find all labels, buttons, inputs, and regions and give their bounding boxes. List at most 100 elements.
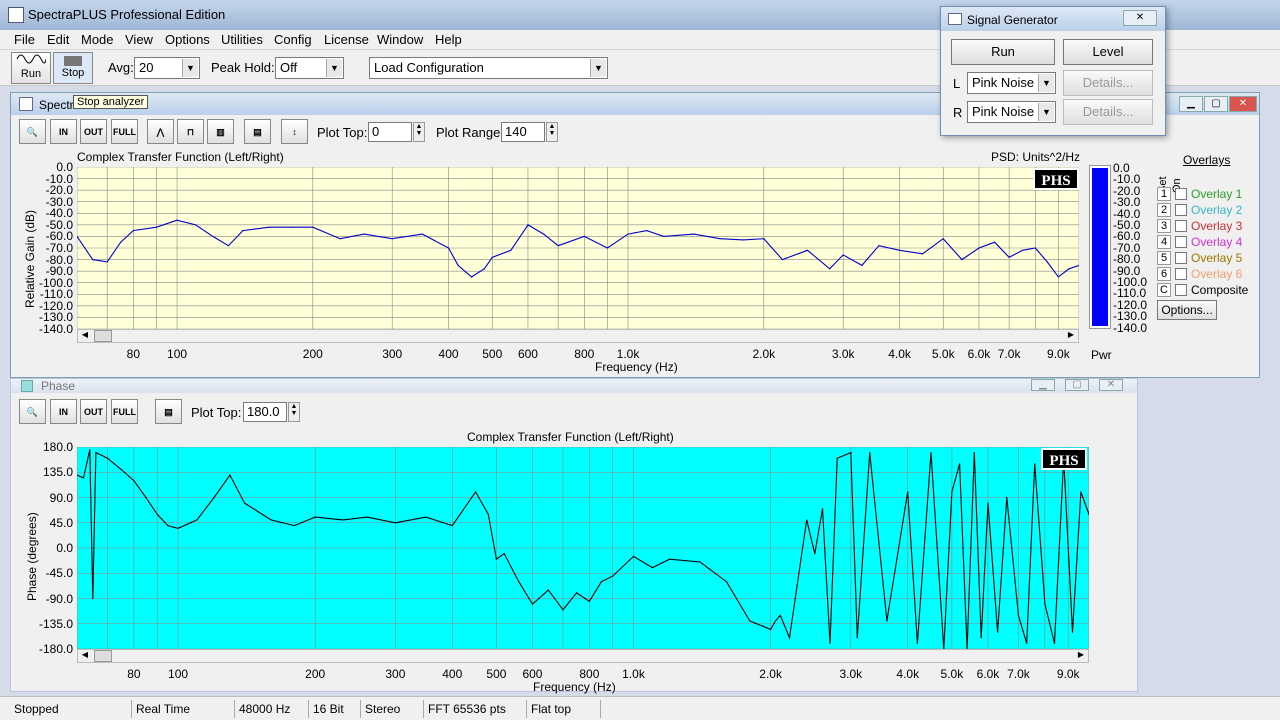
zoom-full-icon[interactable]: FULL — [111, 119, 138, 144]
zoom-icon[interactable]: 🔍 — [19, 119, 46, 144]
data-point — [856, 637, 858, 639]
plot-settings-icon[interactable]: ▤ — [155, 399, 182, 424]
close-icon[interactable]: ✕ — [1123, 10, 1157, 26]
status-channels: Stereo — [360, 700, 400, 718]
x-tick-label: 800 — [579, 667, 600, 681]
menu-help[interactable]: Help — [435, 32, 462, 47]
close-icon[interactable]: ✕ — [1229, 96, 1257, 112]
phase-hscrollbar[interactable]: ◀ ▶ — [77, 649, 1089, 663]
overlay-set-button[interactable]: 4 — [1157, 235, 1171, 249]
step-plot-icon[interactable]: ⊓ — [177, 119, 204, 144]
menu-config[interactable]: Config — [274, 32, 312, 47]
data-point — [106, 457, 109, 459]
phase-phs-badge: PHS — [1041, 448, 1087, 470]
scroll-left-icon[interactable]: ◀ — [78, 650, 92, 662]
overlay-set-button[interactable]: 1 — [1157, 187, 1171, 201]
right-signal-select[interactable]: Pink Noise ▼ — [967, 101, 1056, 123]
menu-view[interactable]: View — [125, 32, 153, 47]
power-meter-ticks: 0.0 -10.0 -20.0 -30.0 -40.0 -50.0 -60.0 -70.0 -8… — [1113, 161, 1163, 335]
overlay-set-button[interactable]: 3 — [1157, 219, 1171, 233]
overlay-set-button[interactable]: C — [1157, 283, 1171, 297]
zoom-in-2x-icon[interactable]: IN — [50, 399, 77, 424]
menu-mode[interactable]: Mode — [81, 32, 114, 47]
maximize-icon[interactable]: ▢ — [1204, 96, 1228, 112]
close-icon[interactable]: ✕ — [1099, 379, 1123, 391]
siggen-level-button[interactable]: Level — [1063, 39, 1153, 65]
y-tick-label: 45.0 — [49, 515, 73, 530]
phase-plot-top-input[interactable]: 180.0 — [243, 402, 287, 422]
overlay-checkbox[interactable] — [1175, 188, 1187, 200]
data-point — [980, 637, 982, 639]
x-tick-label: 7.0k — [997, 347, 1021, 361]
scroll-left-icon[interactable]: ◀ — [78, 330, 92, 342]
left-details-button[interactable]: Details... — [1063, 70, 1153, 96]
scroll-right-icon[interactable]: ▶ — [1064, 330, 1078, 342]
overlay-set-button[interactable]: 5 — [1157, 251, 1171, 265]
phase-plot-top-spinner[interactable]: ▲ ▼ — [288, 402, 300, 422]
data-point — [583, 235, 585, 238]
plot-range-input[interactable]: 140 — [501, 122, 545, 142]
overlay-checkbox[interactable] — [1175, 236, 1187, 248]
phase-plot[interactable] — [77, 447, 1089, 649]
data-point — [177, 527, 179, 529]
menu-edit[interactable]: Edit — [47, 32, 69, 47]
zoom-in-2x-icon[interactable]: IN — [50, 119, 77, 144]
siggen-run-button[interactable]: Run — [951, 39, 1055, 65]
maximize-icon[interactable]: ▢ — [1065, 379, 1089, 391]
plot-top-spinner[interactable]: ▲ ▼ — [413, 122, 425, 142]
zoom-out-2x-icon[interactable]: OUT — [80, 399, 107, 424]
plot-range-spinner[interactable]: ▲ ▼ — [546, 122, 558, 142]
data-point — [270, 519, 272, 521]
phase-plot-top-label: Plot Top: — [191, 405, 242, 420]
zoom-full-icon[interactable]: FULL — [111, 399, 138, 424]
overlay-checkbox[interactable] — [1175, 252, 1187, 264]
overlay-label: Composite — [1191, 283, 1249, 297]
data-point — [82, 477, 85, 479]
menu-file[interactable]: File — [14, 32, 35, 47]
menu-window[interactable]: Window — [377, 32, 423, 47]
data-point — [510, 249, 512, 251]
autoscale-icon[interactable]: ↕ — [281, 119, 308, 144]
minimize-icon[interactable]: ▁ — [1031, 379, 1055, 391]
overlay-checkbox[interactable] — [1175, 268, 1187, 280]
avg-value: 20 — [139, 60, 154, 75]
peak-hold-select[interactable]: Off ▼ — [275, 57, 344, 79]
data-point — [997, 631, 999, 633]
zoom-out-2x-icon[interactable]: OUT — [80, 119, 107, 144]
spectrum-hscrollbar[interactable]: ◀ ▶ — [77, 329, 1079, 343]
status-fft-size: FFT 65536 pts — [423, 700, 506, 718]
scroll-thumb[interactable] — [94, 330, 112, 342]
run-button[interactable]: Run — [11, 52, 51, 84]
bar-plot-icon[interactable]: ▥ — [207, 119, 234, 144]
avg-select[interactable]: 20 ▼ — [134, 57, 200, 79]
left-signal-select[interactable]: Pink Noise ▼ — [967, 72, 1056, 94]
x-tick-label: 500 — [486, 667, 507, 681]
overlay-label: Overlay 5 — [1191, 251, 1243, 265]
plot-settings-icon[interactable]: ▤ — [244, 119, 271, 144]
scroll-thumb[interactable] — [94, 650, 112, 662]
overlay-set-button[interactable]: 2 — [1157, 203, 1171, 217]
status-mode: Real Time — [131, 700, 190, 718]
load-configuration-select[interactable]: Load Configuration ▼ — [369, 57, 608, 79]
menu-utilities[interactable]: Utilities — [221, 32, 263, 47]
x-tick-label: 800 — [574, 347, 595, 361]
scroll-right-icon[interactable]: ▶ — [1074, 650, 1088, 662]
overlay-checkbox[interactable] — [1175, 204, 1187, 216]
menu-license[interactable]: License — [324, 32, 369, 47]
overlay-checkbox[interactable] — [1175, 284, 1187, 296]
spectrum-plot[interactable] — [77, 167, 1079, 329]
line-plot-icon[interactable]: ⋀ — [147, 119, 174, 144]
plot-top-input[interactable]: 0 — [368, 122, 412, 142]
data-point — [886, 620, 888, 622]
overlay-options-button[interactable]: Options... — [1157, 300, 1217, 320]
data-point — [1080, 491, 1082, 493]
overlay-set-button[interactable]: 6 — [1157, 267, 1171, 281]
zoom-icon[interactable]: 🔍 — [19, 399, 46, 424]
x-tick-label: 600 — [522, 667, 543, 681]
overlay-checkbox[interactable] — [1175, 220, 1187, 232]
minimize-icon[interactable]: ▁ — [1179, 96, 1203, 112]
stop-button[interactable]: Stop — [53, 52, 93, 84]
menu-options[interactable]: Options — [165, 32, 210, 47]
phase-window-icon — [21, 380, 33, 392]
right-details-button[interactable]: Details... — [1063, 99, 1153, 125]
